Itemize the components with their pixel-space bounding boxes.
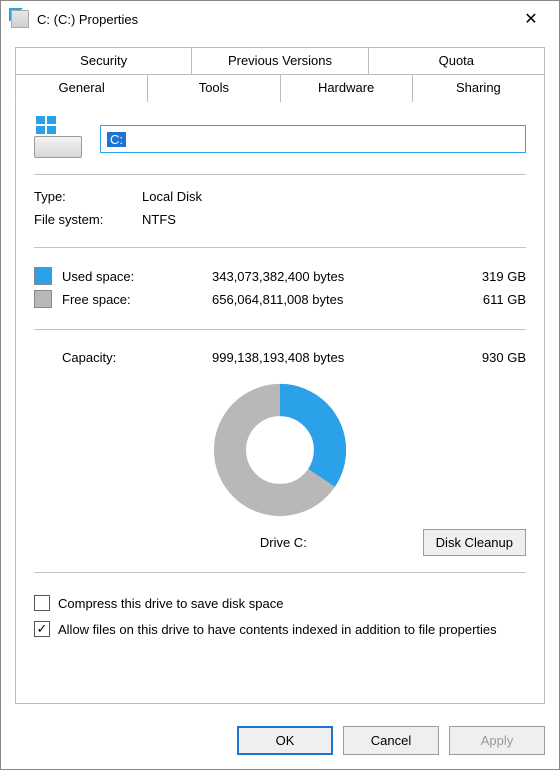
dialog-footer: OK Cancel Apply [1,716,559,769]
titlebar: C: (C:) Properties ✕ [1,1,559,37]
separator [34,572,526,573]
tab-panel-general: C: Type: Local Disk File system: NTFS Us… [15,101,545,704]
used-space-label: Used space: [62,269,182,284]
free-space-bytes: 656,064,811,008 bytes [182,292,446,307]
drive-icon [11,10,29,28]
window-title: C: (C:) Properties [37,12,511,27]
drive-name-input[interactable]: C: [100,125,526,153]
free-space-label: Free space: [62,292,182,307]
capacity-gb: 930 GB [446,350,526,365]
tab-security[interactable]: Security [15,47,192,74]
index-checkbox[interactable] [34,621,50,637]
tab-hardware[interactable]: Hardware [280,74,413,102]
disk-cleanup-button[interactable]: Disk Cleanup [423,529,526,556]
client-area: Security Previous Versions Quota General… [1,37,559,716]
tab-quota[interactable]: Quota [368,47,545,74]
type-value: Local Disk [142,189,202,204]
used-space-bytes: 343,073,382,400 bytes [182,269,446,284]
separator [34,247,526,248]
cancel-button[interactable]: Cancel [343,726,439,755]
type-label: Type: [34,189,142,204]
tab-strip: Security Previous Versions Quota General… [15,47,545,102]
apply-button[interactable]: Apply [449,726,545,755]
tab-sharing[interactable]: Sharing [412,74,545,102]
close-button[interactable]: ✕ [511,5,551,33]
ok-button[interactable]: OK [237,726,333,755]
used-swatch [34,267,52,285]
usage-donut-chart [205,375,355,525]
used-space-gb: 319 GB [446,269,526,284]
free-space-gb: 611 GB [446,292,526,307]
properties-window: C: (C:) Properties ✕ Security Previous V… [0,0,560,770]
separator [34,174,526,175]
tab-general[interactable]: General [15,74,148,102]
filesystem-label: File system: [34,212,142,227]
free-swatch [34,290,52,308]
chart-drive-label: Drive C: [34,535,423,550]
drive-name-value: C: [107,132,126,147]
filesystem-value: NTFS [142,212,176,227]
drive-large-icon [34,120,82,158]
capacity-bytes: 999,138,193,408 bytes [182,350,446,365]
capacity-label: Capacity: [34,350,182,365]
index-label: Allow files on this drive to have conten… [58,621,497,639]
tab-previous-versions[interactable]: Previous Versions [191,47,368,74]
tab-tools[interactable]: Tools [147,74,280,102]
compress-label: Compress this drive to save disk space [58,595,283,613]
separator [34,329,526,330]
compress-checkbox[interactable] [34,595,50,611]
